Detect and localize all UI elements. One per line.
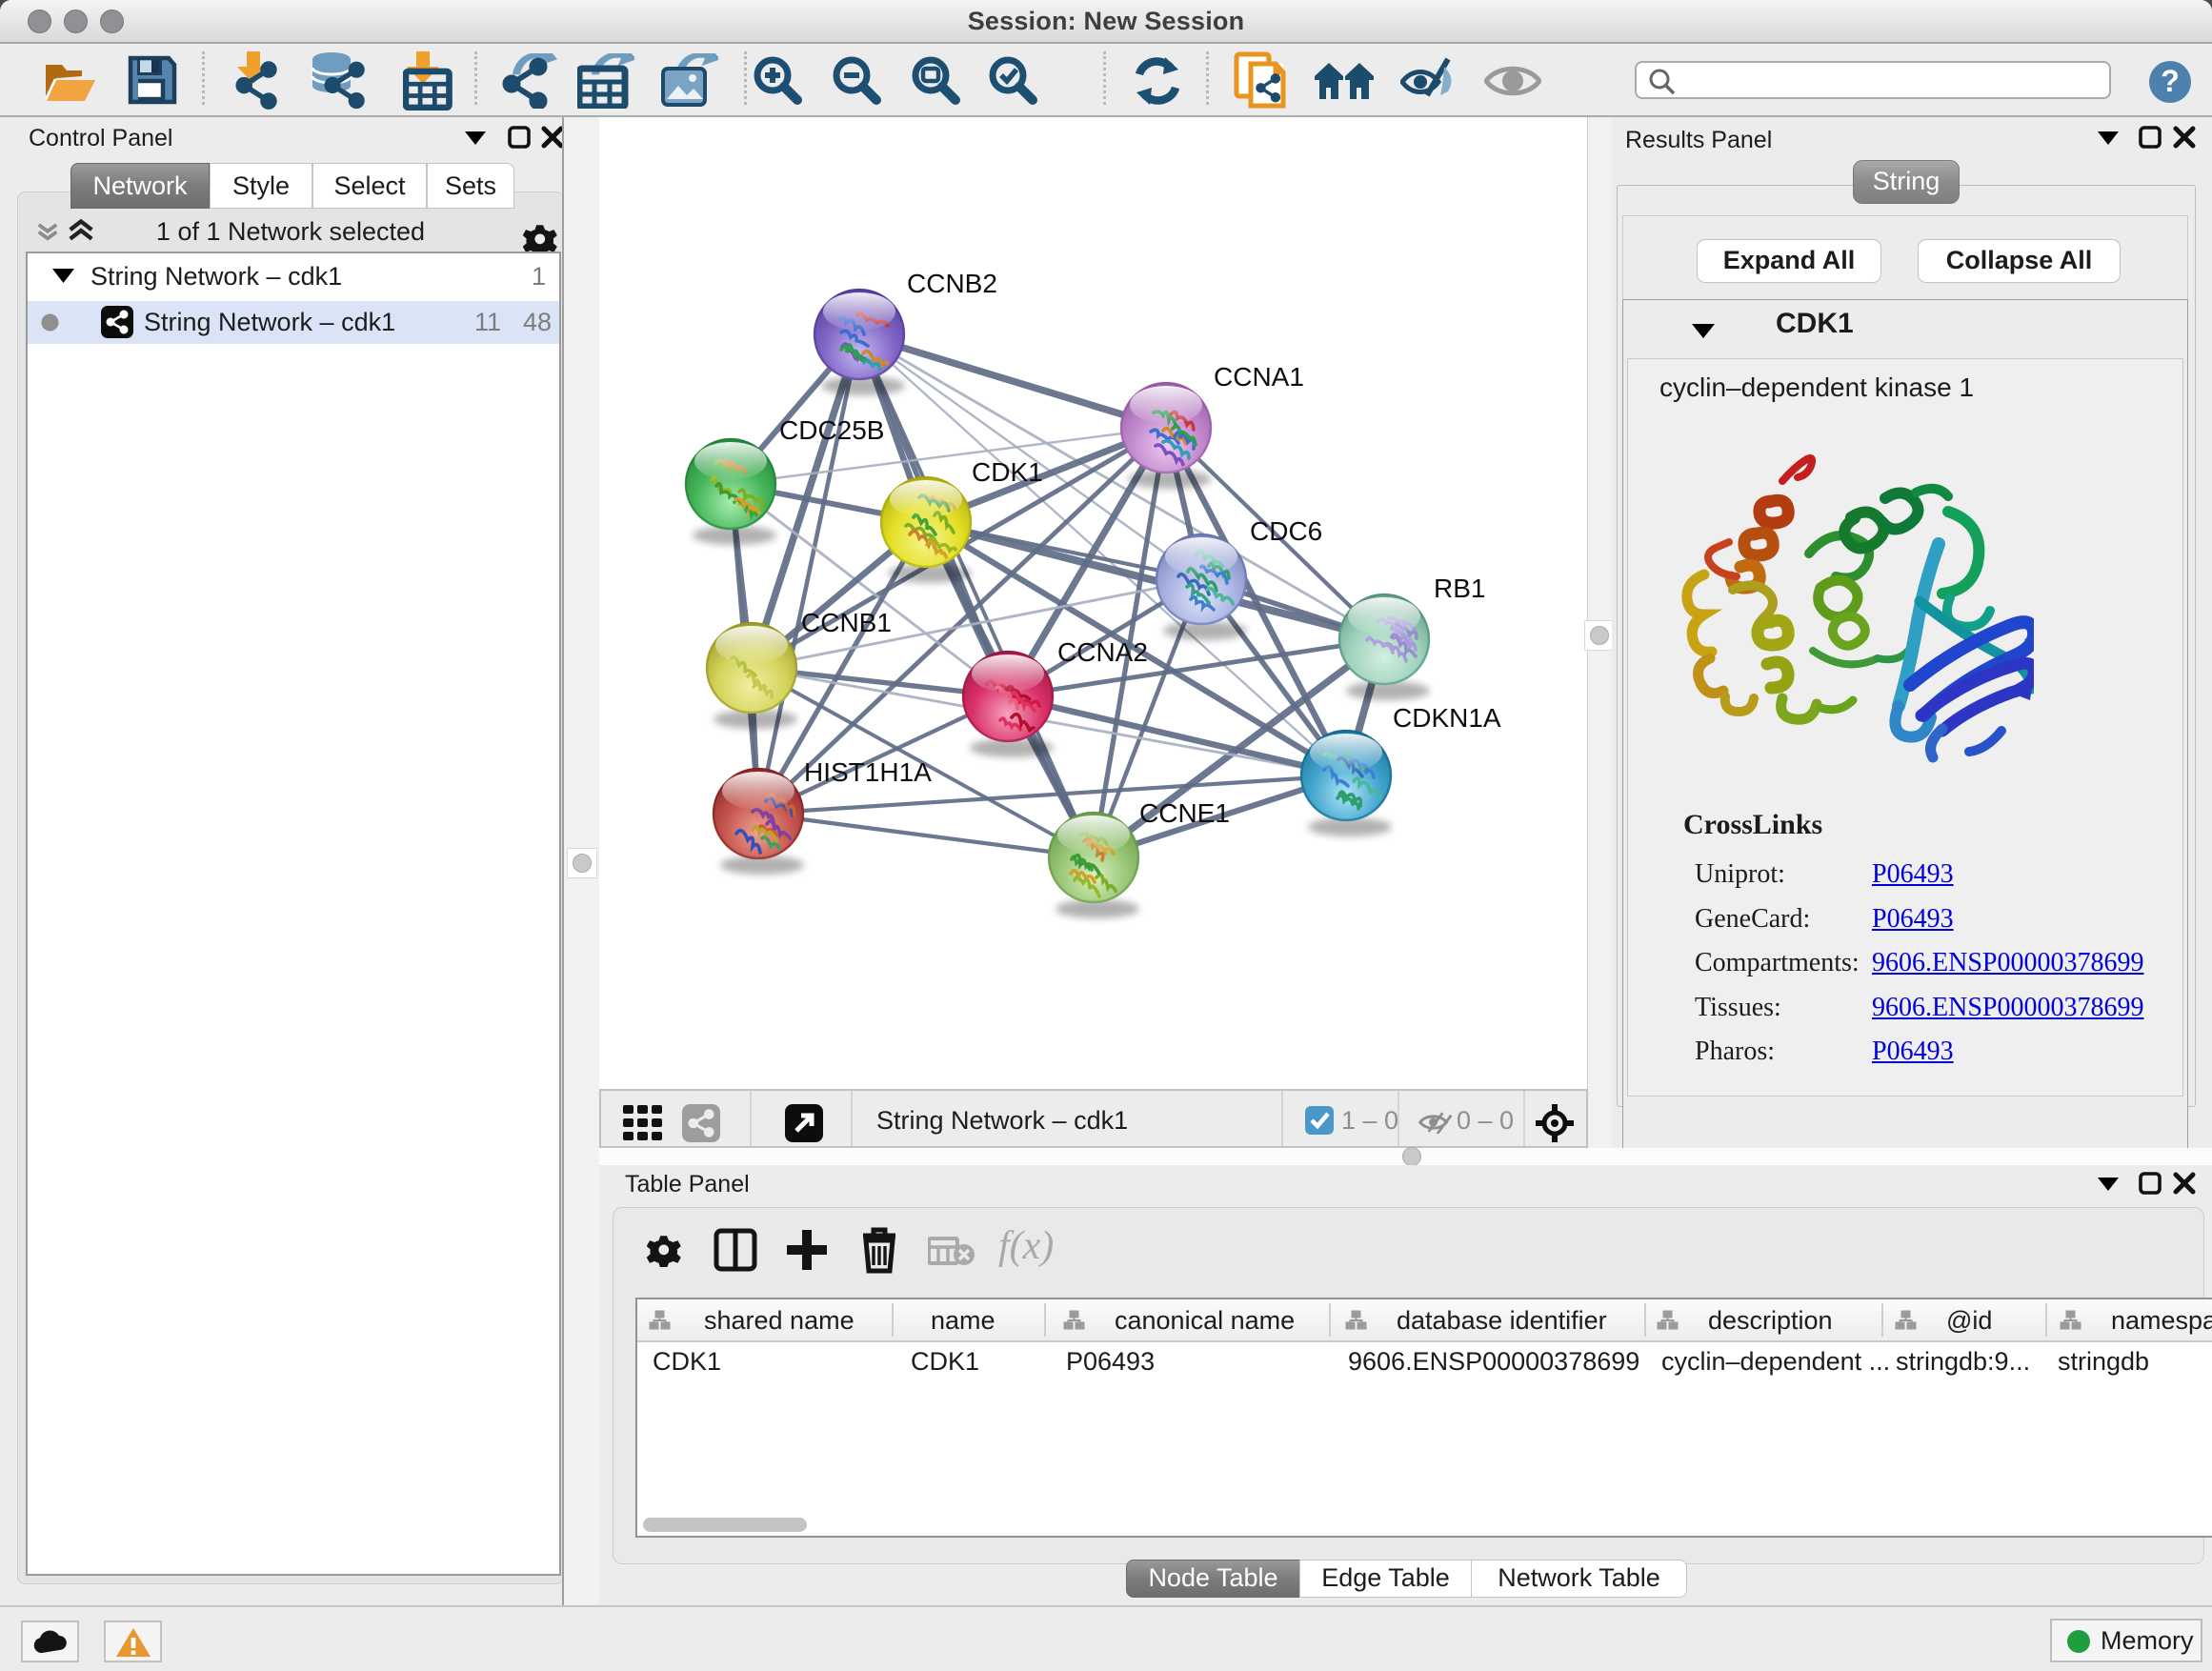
svg-text:CCNB2: CCNB2 [907,269,997,298]
svg-text:CCNB1: CCNB1 [801,608,892,637]
svg-text:CDC25B: CDC25B [779,415,884,445]
svg-text:CDKN1A: CDKN1A [1393,703,1501,733]
svg-text:RB1: RB1 [1434,574,1485,603]
svg-text:CCNA1: CCNA1 [1214,362,1304,392]
svg-text:CCNE1: CCNE1 [1139,798,1230,828]
svg-text:?: ? [2161,64,2180,98]
svg-text:CDK1: CDK1 [972,457,1043,487]
svg-text:CDC6: CDC6 [1250,516,1322,546]
svg-text:CCNA2: CCNA2 [1057,637,1148,667]
svg-text:HIST1H1A: HIST1H1A [804,757,932,787]
